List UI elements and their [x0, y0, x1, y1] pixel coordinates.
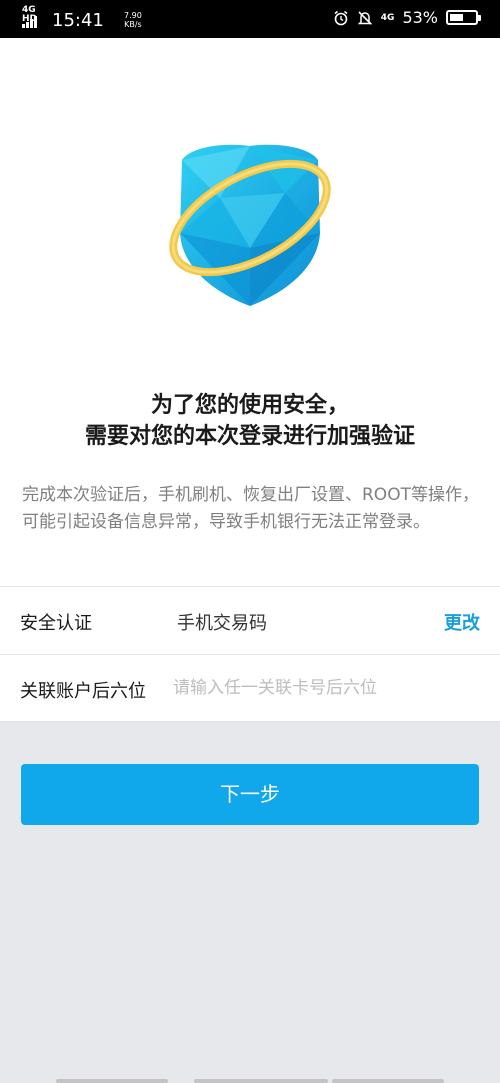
headline-line-2: 需要对您的本次登录进行加强验证 — [84, 424, 415, 449]
status-right: 4G 53% — [333, 8, 481, 27]
status-bar: 4G HD 15:41 7.90 KB/s 4G 53% — [0, 0, 500, 38]
gesture-nav-bar — [0, 1078, 500, 1083]
nav-back-indicator[interactable] — [56, 1079, 168, 1083]
headline-line-1: 为了您的使用安全， — [150, 393, 349, 418]
alarm-icon — [334, 10, 348, 25]
account-label: 关联账户后六位 — [20, 681, 146, 702]
security-label: 安全认证 — [20, 613, 92, 634]
notification-off-icon — [357, 10, 373, 25]
nav-recents-indicator[interactable] — [332, 1079, 444, 1083]
page-title: 为了您的使用安全， 需要对您的本次登录进行加强验证 — [0, 390, 500, 452]
description-text: 完成本次验证后，手机刷机、恢复出厂设置、ROOT等操作，可能引起设备信息异常，导… — [22, 485, 479, 532]
signal-4g-icon: 4G — [380, 12, 395, 23]
account-digits-input[interactable] — [173, 674, 483, 702]
network-speed: 7.90 KB/s — [124, 11, 142, 29]
nav-home-indicator[interactable] — [194, 1079, 328, 1083]
divider — [0, 721, 500, 722]
cell-signal-icon — [22, 16, 37, 28]
security-value: 手机交易码 — [177, 613, 267, 634]
verification-panel: 为了您的使用安全， 需要对您的本次登录进行加强验证 完成本次验证后，手机刷机、恢… — [0, 38, 500, 722]
speed-unit: KB/s — [124, 20, 142, 29]
battery-icon — [446, 10, 481, 25]
battery-level — [450, 14, 463, 21]
clock: 15:41 — [52, 10, 104, 31]
security-method-row: 安全认证 手机交易码 更改 — [0, 586, 500, 654]
next-step-button[interactable]: 下一步 — [21, 764, 479, 825]
account-digits-row: 关联账户后六位 — [0, 654, 500, 722]
change-link[interactable]: 更改 — [444, 609, 480, 635]
battery-percent: 53% — [402, 8, 438, 27]
speed-value: 7.90 — [124, 11, 142, 20]
security-shield-icon — [169, 144, 331, 306]
